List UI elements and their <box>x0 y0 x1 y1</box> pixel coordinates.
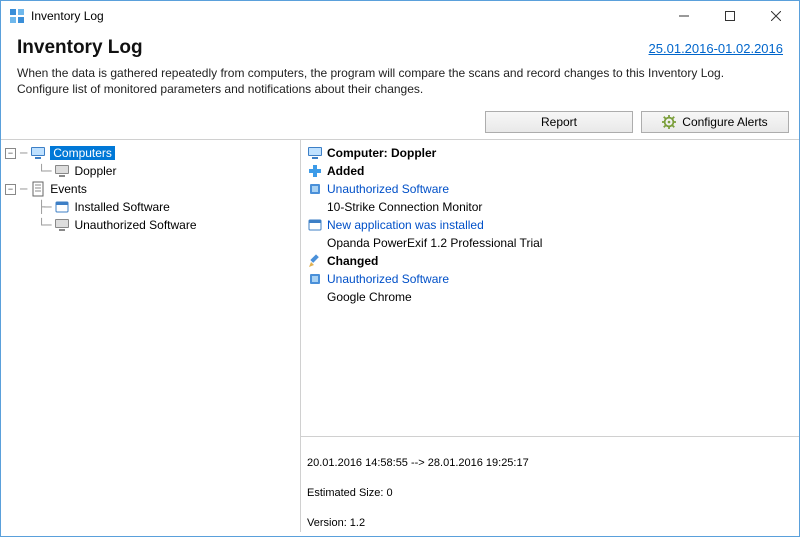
monitor-small-icon <box>54 217 70 233</box>
added-item-0-label: 10-Strike Connection Monitor <box>327 200 482 214</box>
content: − ─ Computers └─ Doppler − ─ Events ├─ <box>1 139 799 532</box>
tree-label-event-0: Installed Software <box>74 200 169 214</box>
page-description: When the data is gathered repeatedly fro… <box>17 65 737 97</box>
window-title: Inventory Log <box>31 9 104 23</box>
change-tree[interactable]: Computer: Doppler Added Unauthorized Sof… <box>301 140 799 436</box>
changed-label: Changed <box>327 254 378 268</box>
added-item-1[interactable]: Opanda PowerExif 1.2 Professional Trial <box>307 234 793 252</box>
tree-node-computers[interactable]: − ─ Computers <box>3 144 298 162</box>
monitor-icon <box>307 145 323 161</box>
tree-node-event-0[interactable]: ├─ Installed Software <box>3 198 298 216</box>
plus-icon <box>307 163 323 179</box>
details-line-2: Version: 1.2 <box>307 516 793 531</box>
computer-row[interactable]: Computer: Doppler <box>307 144 793 162</box>
added-item-0[interactable]: 10-Strike Connection Monitor <box>307 198 793 216</box>
added-item-1-label: Opanda PowerExif 1.2 Professional Trial <box>327 236 542 250</box>
left-tree[interactable]: − ─ Computers └─ Doppler − ─ Events ├─ <box>1 140 301 532</box>
report-button[interactable]: Report <box>485 111 633 133</box>
details-line-0: 20.01.2016 14:58:55 --> 28.01.2016 19:25… <box>307 456 793 471</box>
tree-node-events[interactable]: − ─ Events <box>3 180 298 198</box>
titlebar: Inventory Log <box>1 1 799 31</box>
added-group-0-label: Unauthorized Software <box>327 182 449 196</box>
monitor-icon <box>54 163 70 179</box>
added-group-1-label: New application was installed <box>327 218 484 232</box>
tree-label-event-1: Unauthorized Software <box>74 218 196 232</box>
tree-node-event-1[interactable]: └─ Unauthorized Software <box>3 216 298 234</box>
expander-icon[interactable]: − <box>5 148 16 159</box>
software-box-icon <box>307 217 323 233</box>
computer-label: Computer: Doppler <box>327 146 436 160</box>
changed-item-0[interactable]: Google Chrome <box>307 288 793 306</box>
changed-group-0-label: Unauthorized Software <box>327 272 449 286</box>
tree-node-computer-0[interactable]: └─ Doppler <box>3 162 298 180</box>
date-range-link[interactable]: 25.01.2016-01.02.2016 <box>649 41 783 56</box>
added-group-0[interactable]: Unauthorized Software <box>307 180 793 198</box>
chip-icon <box>307 271 323 287</box>
tree-label-computer-0: Doppler <box>74 164 116 178</box>
changed-row[interactable]: Changed <box>307 252 793 270</box>
tree-label-events: Events <box>50 182 87 196</box>
chip-icon <box>307 181 323 197</box>
configure-alerts-label: Configure Alerts <box>682 115 767 129</box>
gear-icon <box>662 115 676 129</box>
document-icon <box>30 181 46 197</box>
tree-label-computers: Computers <box>50 146 115 160</box>
right-pane: Computer: Doppler Added Unauthorized Sof… <box>301 140 799 532</box>
changed-item-0-label: Google Chrome <box>327 290 412 304</box>
report-label: Report <box>541 115 577 129</box>
monitor-icon <box>30 145 46 161</box>
added-label: Added <box>327 164 364 178</box>
minimize-button[interactable] <box>661 1 707 31</box>
page-title: Inventory Log <box>17 37 143 59</box>
maximize-button[interactable] <box>707 1 753 31</box>
details-line-1: Estimated Size: 0 <box>307 486 793 501</box>
toolbar: Report Configure Alerts <box>1 107 799 139</box>
added-group-1[interactable]: New application was installed <box>307 216 793 234</box>
configure-alerts-button[interactable]: Configure Alerts <box>641 111 789 133</box>
pencil-icon <box>307 253 323 269</box>
expander-icon[interactable]: − <box>5 184 16 195</box>
software-icon <box>54 199 70 215</box>
changed-group-0[interactable]: Unauthorized Software <box>307 270 793 288</box>
window-controls <box>661 1 799 31</box>
close-button[interactable] <box>753 1 799 31</box>
header: Inventory Log 25.01.2016-01.02.2016 When… <box>1 31 799 107</box>
details-pane: 20.01.2016 14:58:55 --> 28.01.2016 19:25… <box>301 436 799 532</box>
app-icon <box>9 8 25 24</box>
added-row[interactable]: Added <box>307 162 793 180</box>
